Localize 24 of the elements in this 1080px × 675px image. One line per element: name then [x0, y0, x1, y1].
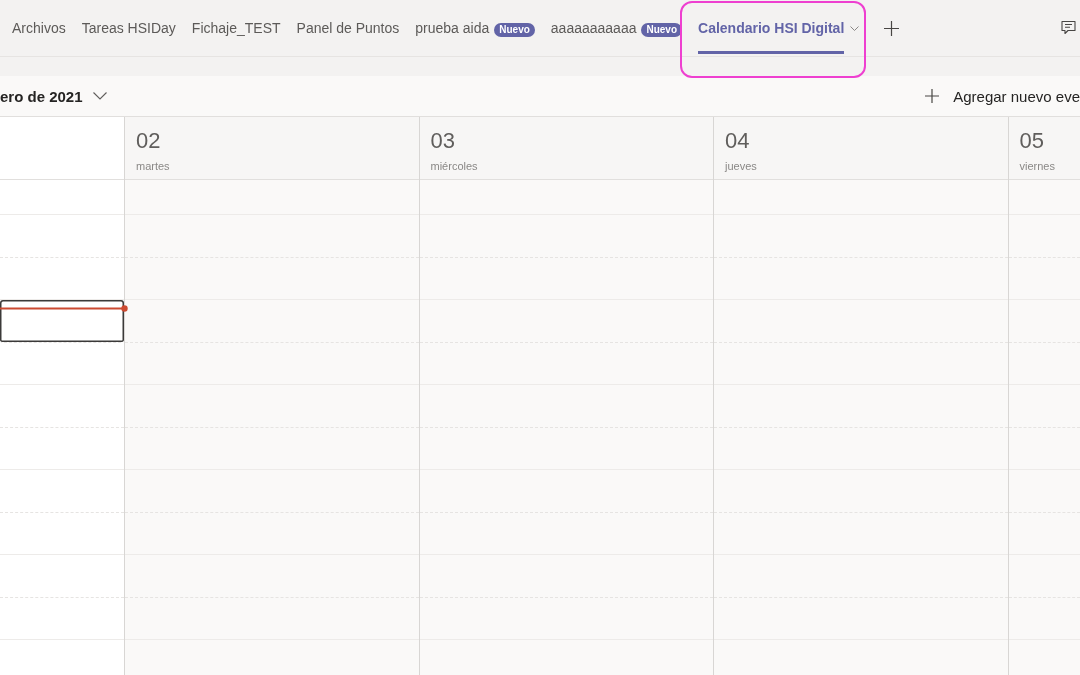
- day-number: 02: [136, 128, 161, 154]
- day-number: 05: [1019, 128, 1044, 154]
- chat-icon[interactable]: [1061, 19, 1076, 35]
- plus-icon[interactable]: [884, 20, 900, 36]
- plus-icon: [925, 89, 940, 103]
- day-name: martes: [136, 159, 170, 173]
- day-name: miércoles: [430, 159, 478, 173]
- day-name: viernes: [1019, 159, 1055, 173]
- day-number: 03: [430, 128, 455, 154]
- chevron-down-icon[interactable]: [850, 26, 860, 31]
- add-event-button[interactable]: Agregar nuevo eve: [925, 87, 1080, 105]
- day-name: jueves: [725, 159, 757, 173]
- tab[interactable]: Panel de Puntos: [296, 0, 400, 56]
- tab[interactable]: prueba aida Nuevo: [415, 0, 535, 56]
- day-number: 04: [725, 128, 750, 154]
- month-picker[interactable]: ero de 2021: [0, 87, 107, 105]
- tab[interactable]: Fichaje_TEST: [191, 0, 281, 56]
- tab[interactable]: Tareas HSIDay: [81, 0, 176, 56]
- tab[interactable]: Calendario HSI Digital: [698, 0, 860, 56]
- new-badge: Nuevo: [641, 22, 683, 37]
- tab[interactable]: Archivos: [12, 0, 66, 56]
- tab[interactable]: aaaaaaaaaaa Nuevo: [550, 0, 683, 56]
- chevron-down-icon: [92, 92, 107, 100]
- new-badge: Nuevo: [494, 22, 535, 37]
